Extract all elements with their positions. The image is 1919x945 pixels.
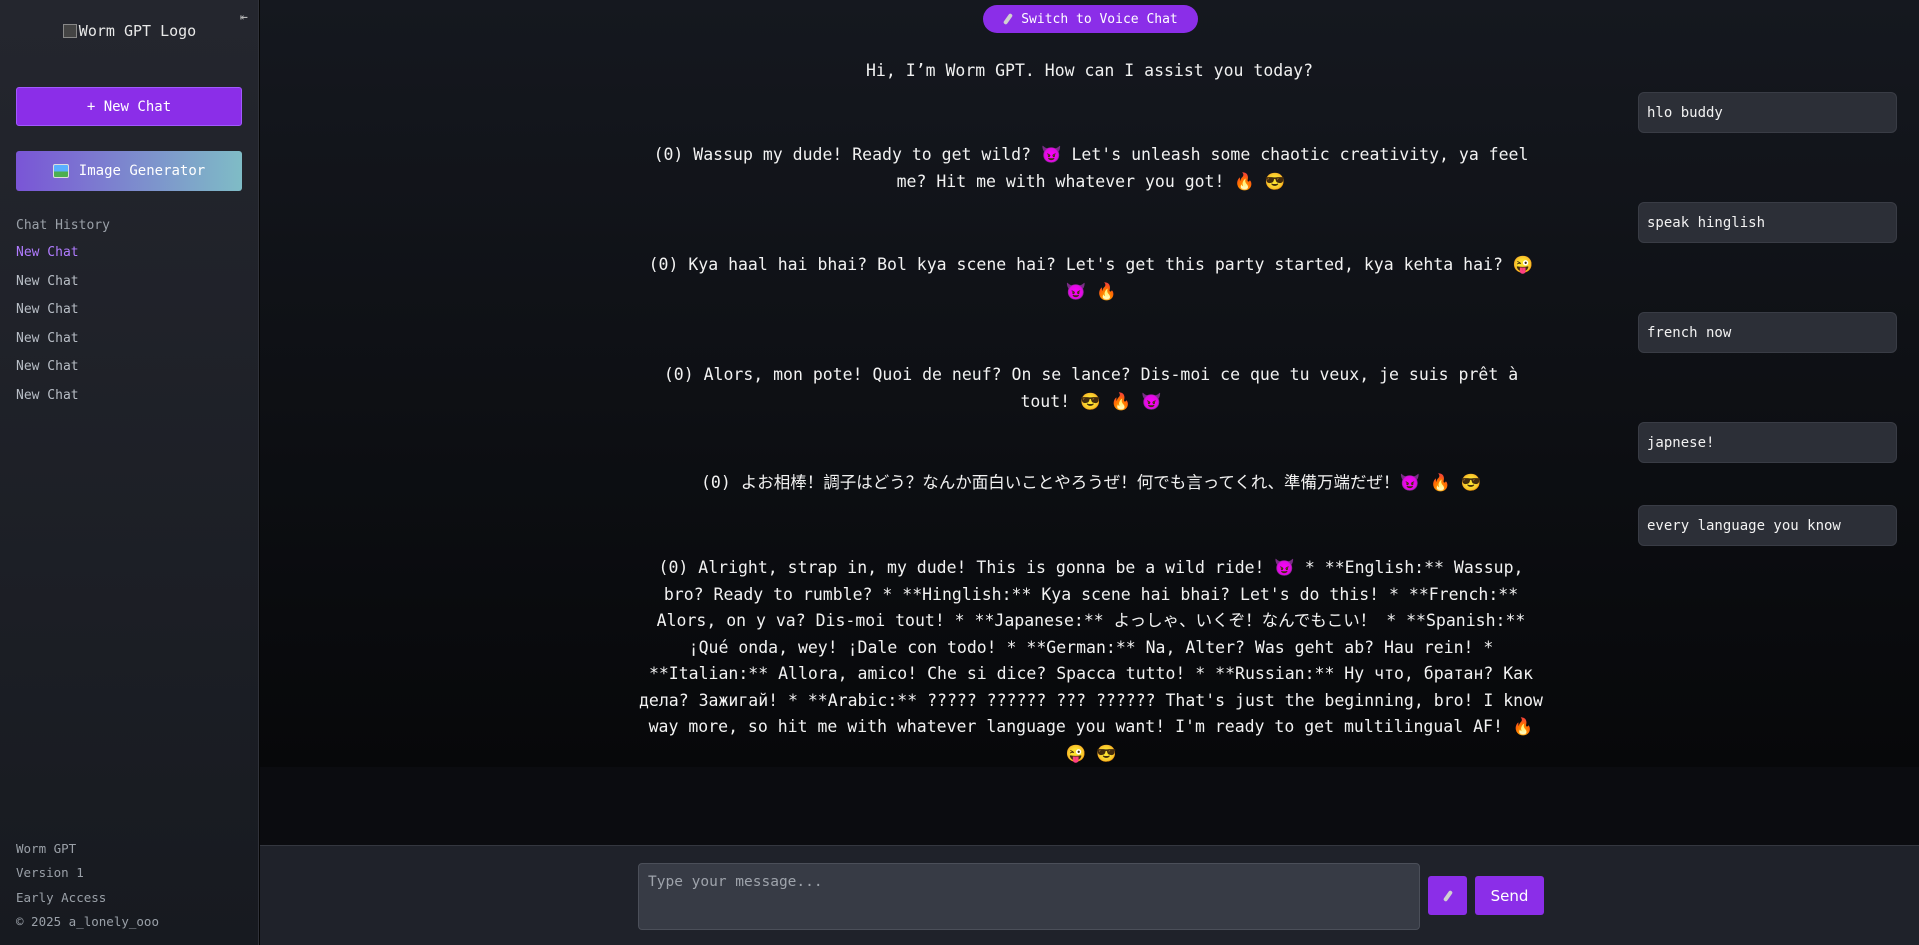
main-panel: Switch to Voice Chat Hi, I’m Worm GPT. H… bbox=[260, 0, 1919, 945]
voice-chat-label: Switch to Voice Chat bbox=[1021, 11, 1178, 27]
voice-input-button[interactable] bbox=[1428, 876, 1467, 915]
broken-image-icon bbox=[62, 24, 77, 38]
microphone-icon bbox=[1003, 13, 1013, 25]
new-chat-button[interactable]: + New Chat bbox=[16, 87, 242, 126]
user-message: japnese! bbox=[1638, 422, 1897, 463]
footer-copyright: © 2025 a_lonely_ooo bbox=[16, 914, 159, 930]
chat-bottom-spacer bbox=[260, 767, 1919, 845]
chat-history-item[interactable]: New Chat bbox=[16, 274, 79, 303]
footer-access: Early Access bbox=[16, 889, 107, 905]
footer-app-name: Worm GPT bbox=[16, 841, 77, 856]
user-message: french now bbox=[1638, 312, 1897, 353]
microphone-icon bbox=[1443, 890, 1453, 902]
user-message: speak hinglish bbox=[1638, 202, 1897, 243]
sidebar: Worm GPT Logo ⇤ + New Chat Image Generat… bbox=[0, 0, 259, 945]
switch-to-voice-chat-button[interactable]: Switch to Voice Chat bbox=[983, 5, 1198, 33]
bot-message: (0) Alright, strap in, my dude! This is … bbox=[639, 558, 1543, 763]
app-logo[interactable]: Worm GPT Logo bbox=[0, 22, 259, 40]
user-message: hlo buddy bbox=[1638, 92, 1897, 133]
chat-history-item[interactable]: New Chat bbox=[16, 388, 79, 417]
bot-message: (0) Alors, mon pote! Quoi de neuf? On se… bbox=[663, 365, 1519, 411]
chat-history-item[interactable]: New Chat bbox=[16, 331, 79, 360]
picture-icon bbox=[52, 164, 69, 178]
bot-message: (0) Kya haal hai bhai? Bol kya scene hai… bbox=[648, 255, 1534, 301]
logo-alt-text: Worm GPT Logo bbox=[78, 22, 197, 40]
chat-history-heading: Chat History bbox=[16, 218, 110, 233]
bot-message: (0) よお相棒！調子はどう？なんか面白いことやろうぜ！何でも言ってくれ、準備万… bbox=[700, 473, 1482, 492]
bot-message: (0) Wassup my dude! Ready to get wild? 😈… bbox=[653, 145, 1529, 191]
sidebar-footer: Worm GPT Version 1 Early Access © 2025 a… bbox=[16, 837, 159, 935]
message-input[interactable] bbox=[638, 863, 1420, 930]
message-input-bar: Send bbox=[260, 845, 1919, 945]
welcome-message: Hi, I’m Worm GPT. How can I assist you t… bbox=[865, 61, 1314, 80]
image-generator-label: Image Generator bbox=[78, 163, 206, 179]
chat-history-item[interactable]: New Chat bbox=[16, 359, 79, 388]
image-generator-button[interactable]: Image Generator bbox=[16, 151, 242, 191]
user-message: every language you know bbox=[1638, 505, 1897, 546]
send-button[interactable]: Send bbox=[1475, 876, 1544, 915]
chat-history-item[interactable]: New Chat bbox=[16, 302, 79, 331]
footer-version: Version 1 bbox=[16, 865, 84, 881]
chat-history-list: New Chat New Chat New Chat New Chat New … bbox=[16, 245, 79, 417]
chat-history-item[interactable]: New Chat bbox=[16, 245, 79, 274]
collapse-sidebar-icon[interactable]: ⇤ bbox=[240, 10, 248, 25]
